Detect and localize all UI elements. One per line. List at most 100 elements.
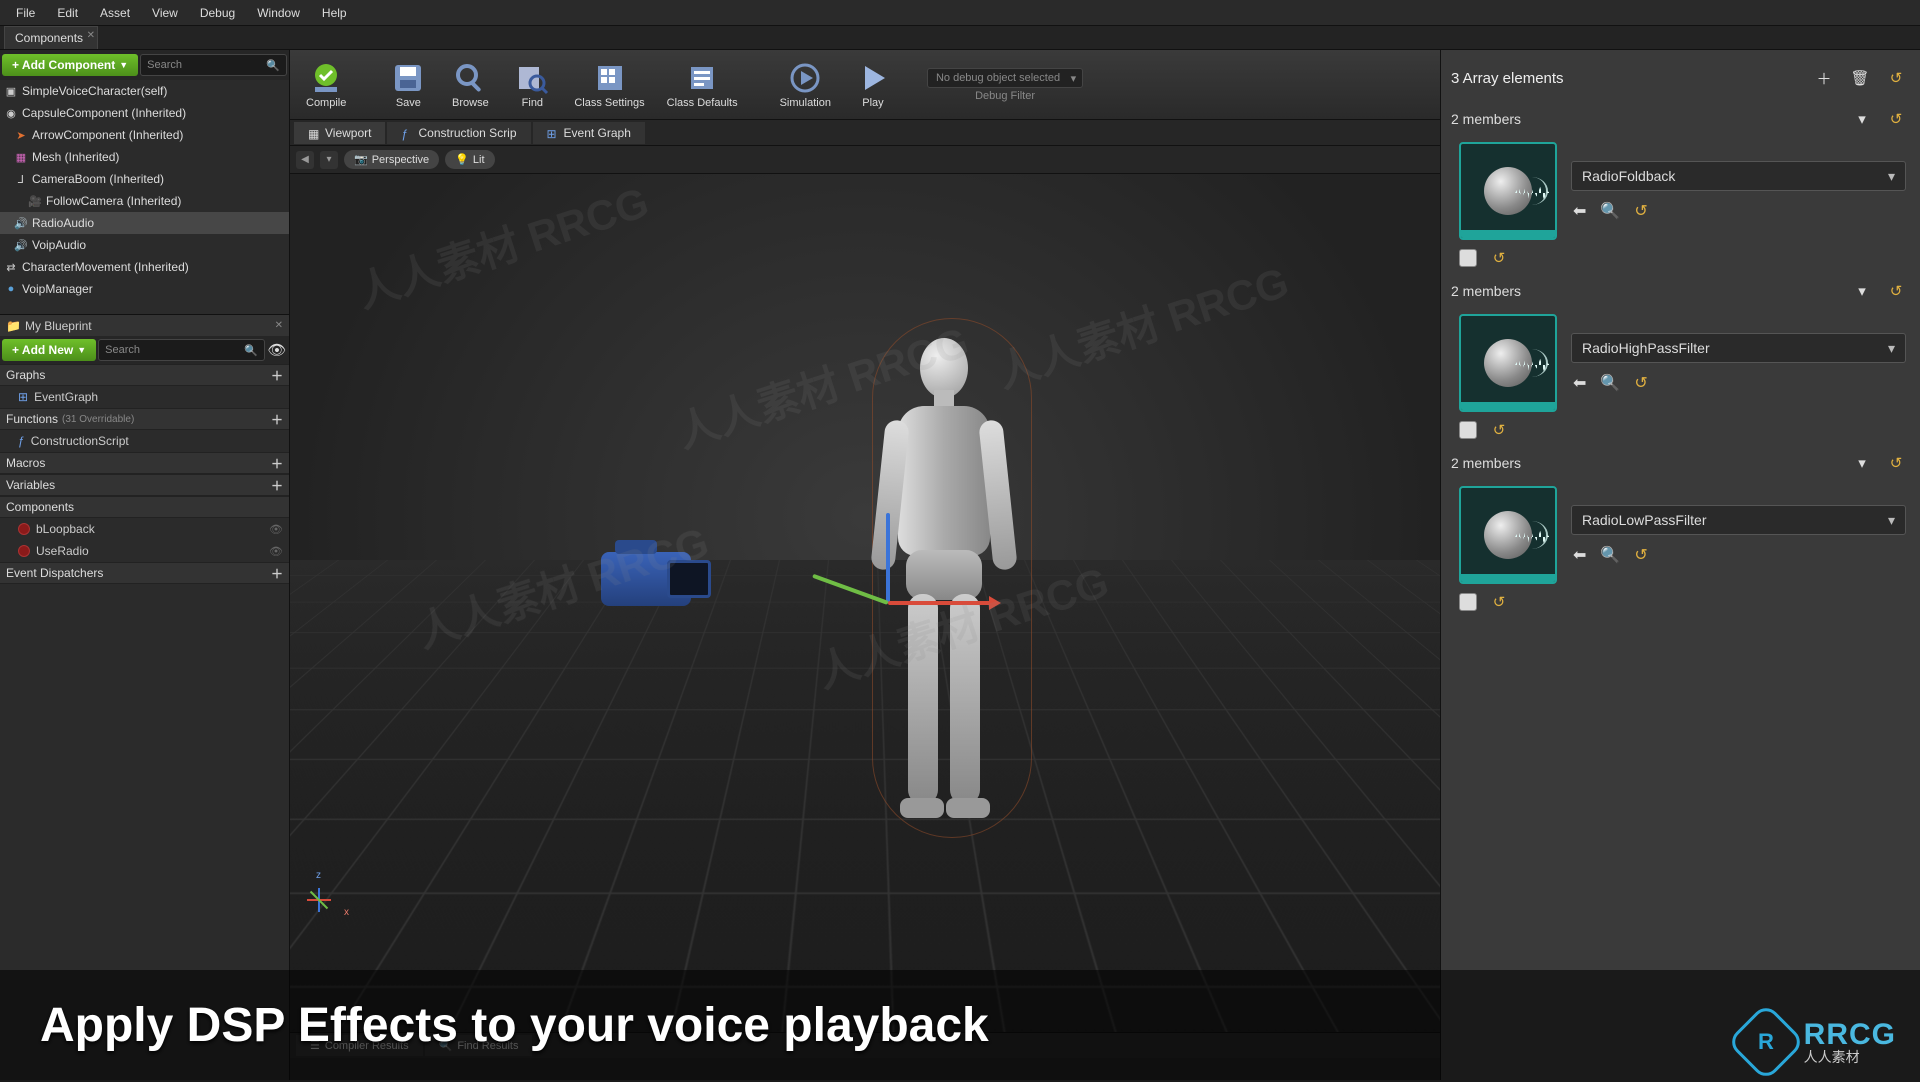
tree-node-self[interactable]: ▣SimpleVoiceCharacter(self)	[0, 80, 289, 102]
chevron-down-icon[interactable]: ▾	[1852, 453, 1872, 473]
tree-node-capsule[interactable]: ◉CapsuleComponent (Inherited)	[0, 102, 289, 124]
reset-icon[interactable]: ↺	[1886, 109, 1906, 129]
checkbox[interactable]	[1459, 421, 1477, 439]
audio-icon: 🔊	[14, 216, 28, 230]
plus-icon[interactable]: ＋	[271, 565, 283, 582]
tree-node-cameraboom[interactable]: ⅃CameraBoom (Inherited)	[0, 168, 289, 190]
asset-thumbnail[interactable]	[1459, 314, 1557, 412]
find-button[interactable]: Find	[504, 57, 560, 113]
menu-help[interactable]: Help	[312, 2, 357, 24]
plus-icon[interactable]: ＋	[271, 411, 283, 428]
simulation-button[interactable]: Simulation	[772, 57, 839, 113]
plus-icon[interactable]: ＋	[271, 477, 283, 494]
add-new-button[interactable]: + Add New ▼	[2, 339, 96, 361]
add-component-button[interactable]: + Add Component ▼	[2, 54, 138, 76]
menu-window[interactable]: Window	[247, 2, 310, 24]
cat-functions[interactable]: Functions(31 Overridable)＋	[0, 408, 289, 430]
use-selected-icon[interactable]: ⬅	[1573, 545, 1586, 565]
asset-thumbnail[interactable]	[1459, 486, 1557, 584]
menu-view[interactable]: View	[142, 2, 188, 24]
use-selected-icon[interactable]: ⬅	[1573, 373, 1586, 393]
tree-node-voipaudio[interactable]: 🔊VoipAudio	[0, 234, 289, 256]
viewport-back-button[interactable]: ◀	[296, 151, 314, 169]
components-search-input[interactable]: Search 🔍	[140, 54, 287, 76]
var-bloopback[interactable]: bLoopback👁	[0, 518, 289, 540]
reset-icon[interactable]: ↺	[1634, 545, 1647, 565]
members-row[interactable]: 2 members ▾↺	[1451, 276, 1906, 306]
members-row[interactable]: 2 members ▾↺	[1451, 448, 1906, 478]
tab-viewport[interactable]: ▦Viewport	[294, 122, 385, 144]
chevron-down-icon[interactable]: ▾	[1852, 281, 1872, 301]
class-settings-button[interactable]: Class Settings	[566, 57, 652, 113]
asset-dropdown[interactable]: RadioHighPassFilter	[1571, 333, 1906, 363]
perspective-dropdown[interactable]: 📷Perspective	[344, 150, 439, 169]
viewport-3d[interactable]: z x 人人素材 RRCG 人人素材 RRCG 人人素材 RRCG 人人素材 R…	[290, 174, 1440, 1032]
menu-file[interactable]: File	[6, 2, 45, 24]
tree-node-followcamera[interactable]: 🎥FollowCamera (Inherited)	[0, 190, 289, 212]
asset-thumbnail[interactable]	[1459, 142, 1557, 240]
browse-button[interactable]: Browse	[442, 57, 498, 113]
cat-graphs[interactable]: Graphs＋	[0, 364, 289, 386]
close-icon[interactable]: ✕	[87, 30, 95, 41]
cat-macros[interactable]: Macros＋	[0, 452, 289, 474]
reset-icon[interactable]: ↺	[1886, 281, 1906, 301]
item-constructionscript[interactable]: ƒConstructionScript	[0, 430, 289, 452]
tab-label: Components	[15, 31, 83, 45]
browse-to-icon[interactable]: 🔍	[1600, 545, 1620, 565]
reset-icon[interactable]: ↺	[1489, 248, 1509, 268]
lit-dropdown[interactable]: 💡Lit	[445, 150, 494, 169]
use-selected-icon[interactable]: ⬅	[1573, 201, 1586, 221]
plus-icon[interactable]: ＋	[271, 455, 283, 472]
my-blueprint-header: 📁 My Blueprint ✕	[0, 314, 289, 336]
debug-object-dropdown[interactable]: No debug object selected	[927, 68, 1083, 88]
asset-dropdown[interactable]: RadioFoldback	[1571, 161, 1906, 191]
asset-dropdown[interactable]: RadioLowPassFilter	[1571, 505, 1906, 535]
close-icon[interactable]: ✕	[275, 320, 283, 331]
save-button[interactable]: Save	[380, 57, 436, 113]
gizmo-x-axis[interactable]	[888, 601, 998, 605]
menu-debug[interactable]: Debug	[190, 2, 245, 24]
reset-icon[interactable]: ↺	[1489, 592, 1509, 612]
tab-event-graph[interactable]: ⊞Event Graph	[533, 122, 645, 144]
reset-icon[interactable]: ↺	[1886, 453, 1906, 473]
eye-icon[interactable]: 👁	[269, 545, 283, 558]
reset-icon[interactable]: ↺	[1886, 68, 1906, 88]
var-useradio[interactable]: UseRadio👁	[0, 540, 289, 562]
viewport-dropdown-button[interactable]: ▾	[320, 151, 338, 169]
tree-node-arrow[interactable]: ➤ArrowComponent (Inherited)	[0, 124, 289, 146]
waveform-icon	[1515, 356, 1551, 374]
members-row[interactable]: 2 members ▾↺	[1451, 104, 1906, 134]
browse-to-icon[interactable]: 🔍	[1600, 373, 1620, 393]
center-panel: Compile Save Browse Find Class Settings	[290, 50, 1440, 1080]
tab-components[interactable]: Components ✕	[4, 26, 98, 49]
transform-gizmo[interactable]	[888, 603, 889, 604]
reset-icon[interactable]: ↺	[1634, 373, 1647, 393]
plus-icon[interactable]: ＋	[271, 367, 283, 384]
chevron-down-icon[interactable]: ▾	[1852, 109, 1872, 129]
checkbox[interactable]	[1459, 593, 1477, 611]
cat-dispatchers[interactable]: Event Dispatchers＋	[0, 562, 289, 584]
compile-button[interactable]: Compile	[298, 57, 354, 113]
class-defaults-button[interactable]: Class Defaults	[659, 57, 746, 113]
trash-icon[interactable]: 🗑	[1850, 68, 1870, 88]
play-button[interactable]: Play	[845, 57, 901, 113]
tree-node-mesh[interactable]: ▦Mesh (Inherited)	[0, 146, 289, 168]
add-element-icon[interactable]: ＋	[1814, 68, 1834, 88]
blueprint-search-input[interactable]: Search 🔍	[98, 339, 265, 361]
tab-construction-script[interactable]: ƒConstruction Scrip	[387, 122, 530, 144]
menu-asset[interactable]: Asset	[90, 2, 140, 24]
reset-icon[interactable]: ↺	[1634, 201, 1647, 221]
tree-node-radioaudio[interactable]: 🔊RadioAudio	[0, 212, 289, 234]
tree-node-voipmanager[interactable]: ●VoipManager	[0, 278, 289, 300]
checkbox[interactable]	[1459, 249, 1477, 267]
reset-icon[interactable]: ↺	[1489, 420, 1509, 440]
gizmo-z-axis[interactable]	[886, 513, 890, 603]
menu-edit[interactable]: Edit	[47, 2, 88, 24]
cat-variables[interactable]: Variables＋	[0, 474, 289, 496]
eye-icon[interactable]: 👁	[267, 340, 287, 360]
tree-node-charmovement[interactable]: ⇄CharacterMovement (Inherited)	[0, 256, 289, 278]
browse-to-icon[interactable]: 🔍	[1600, 201, 1620, 221]
eye-icon[interactable]: 👁	[269, 523, 283, 536]
cat-components-sub[interactable]: Components	[0, 496, 289, 518]
item-eventgraph[interactable]: ⊞EventGraph	[0, 386, 289, 408]
